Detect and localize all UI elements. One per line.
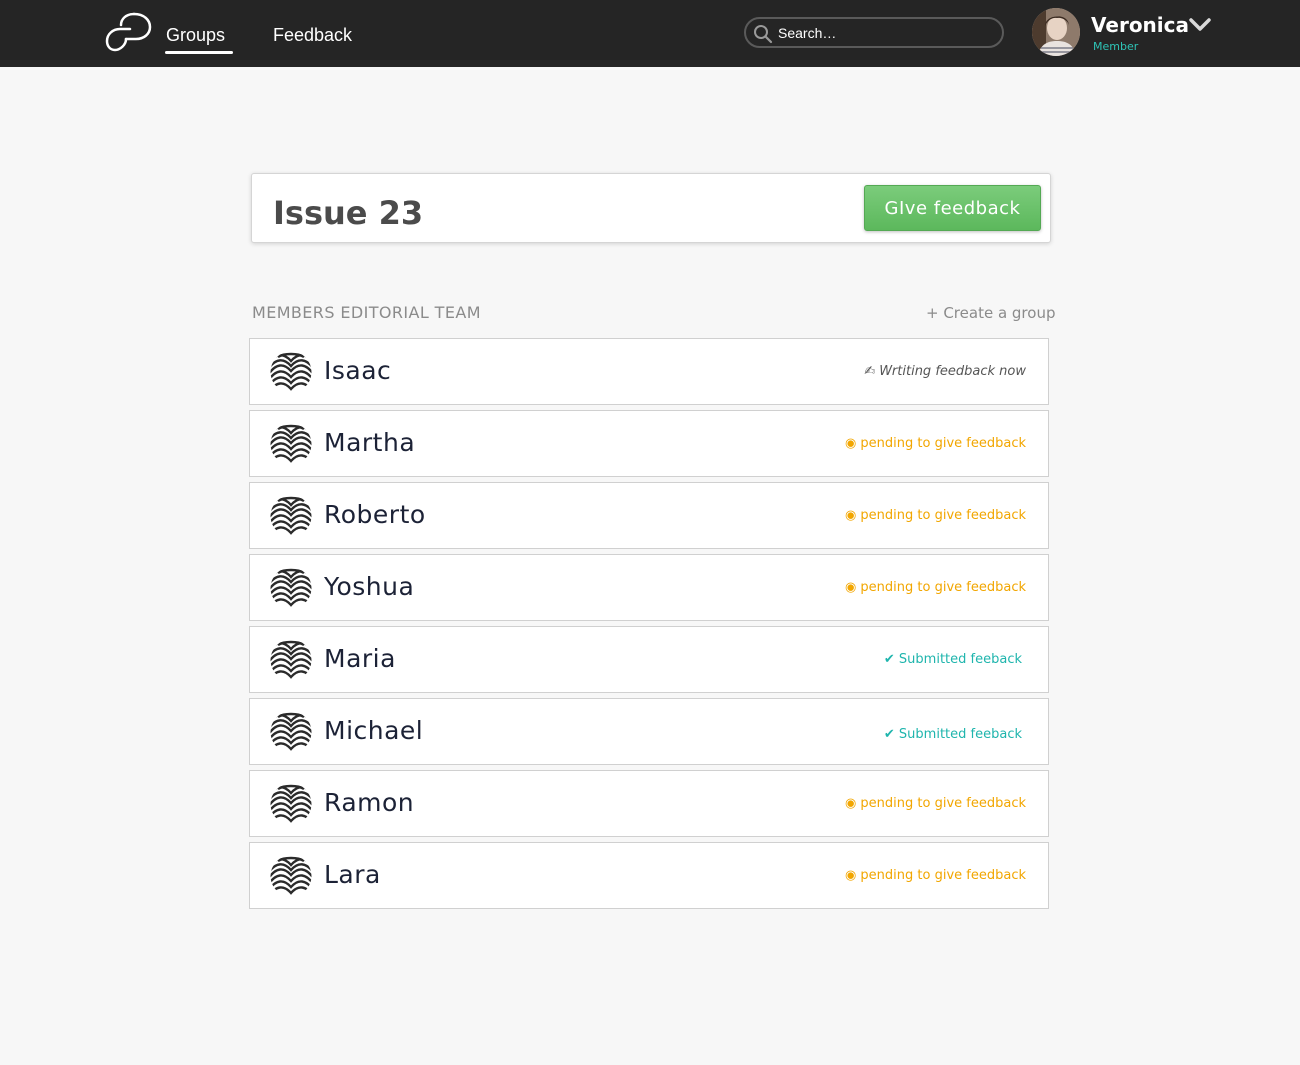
member-wave-avatar-icon — [270, 639, 312, 681]
member-wave-avatar-icon — [270, 495, 312, 537]
app-logo-icon[interactable] — [104, 10, 152, 54]
issue-title: Issue 23 — [273, 194, 424, 232]
member-name: Martha — [324, 428, 416, 457]
members-section-title: MEMBERS EDITORIAL TEAM — [252, 303, 481, 322]
member-name: Maria — [324, 644, 396, 673]
list-item[interactable]: Isaac ✍ Wrtiting feedback now — [249, 338, 1049, 405]
list-item[interactable]: Martha ◉ pending to give feedback — [249, 410, 1049, 477]
member-status: ◉ pending to give feedback — [844, 796, 1026, 811]
list-item[interactable]: Lara ◉ pending to give feedback — [249, 842, 1049, 909]
give-feedback-button[interactable]: GIve feedback — [864, 185, 1041, 231]
list-item[interactable]: Maria ✔ Submitted feeback — [249, 626, 1049, 693]
user-name[interactable]: Veronica — [1091, 13, 1189, 37]
user-avatar[interactable] — [1032, 8, 1080, 56]
nav-active-indicator — [165, 51, 233, 54]
member-name: Michael — [324, 716, 424, 745]
nav-groups[interactable]: Groups — [166, 25, 225, 46]
member-wave-avatar-icon — [270, 855, 312, 897]
top-navigation-bar: Groups Feedback Veronica Member — [0, 0, 1300, 67]
create-group-link[interactable]: + Create a group — [926, 304, 1055, 322]
member-status: ✔ Submitted feeback — [883, 652, 1022, 667]
list-item[interactable]: Michael ✔ Submitted feeback — [249, 698, 1049, 765]
member-status: ✔ Submitted feeback — [883, 727, 1022, 742]
member-name: Yoshua — [324, 572, 415, 601]
member-status: ◉ pending to give feedback — [844, 508, 1026, 523]
member-name: Isaac — [324, 356, 392, 385]
chevron-down-icon[interactable] — [1189, 17, 1211, 33]
member-wave-avatar-icon — [270, 351, 312, 393]
member-wave-avatar-icon — [270, 567, 312, 609]
member-wave-avatar-icon — [270, 783, 312, 825]
list-item[interactable]: Roberto ◉ pending to give feedback — [249, 482, 1049, 549]
issue-header-card: Issue 23 GIve feedback — [251, 173, 1051, 243]
list-item[interactable]: Ramon ◉ pending to give feedback — [249, 770, 1049, 837]
user-role: Member — [1093, 40, 1139, 53]
member-status: ◉ pending to give feedback — [844, 436, 1026, 451]
member-status: ✍ Wrtiting feedback now — [864, 364, 1026, 379]
member-status: ◉ pending to give feedback — [844, 580, 1026, 595]
search-box[interactable] — [744, 17, 1004, 48]
list-item[interactable]: Yoshua ◉ pending to give feedback — [249, 554, 1049, 621]
member-wave-avatar-icon — [270, 711, 312, 753]
member-wave-avatar-icon — [270, 423, 312, 465]
member-name: Ramon — [324, 788, 415, 817]
search-input[interactable] — [778, 22, 992, 43]
search-icon — [754, 25, 773, 44]
member-name: Roberto — [324, 500, 426, 529]
user-avatar-image — [1032, 8, 1080, 56]
member-name: Lara — [324, 860, 381, 889]
member-status: ◉ pending to give feedback — [844, 868, 1026, 883]
nav-feedback[interactable]: Feedback — [273, 25, 352, 46]
